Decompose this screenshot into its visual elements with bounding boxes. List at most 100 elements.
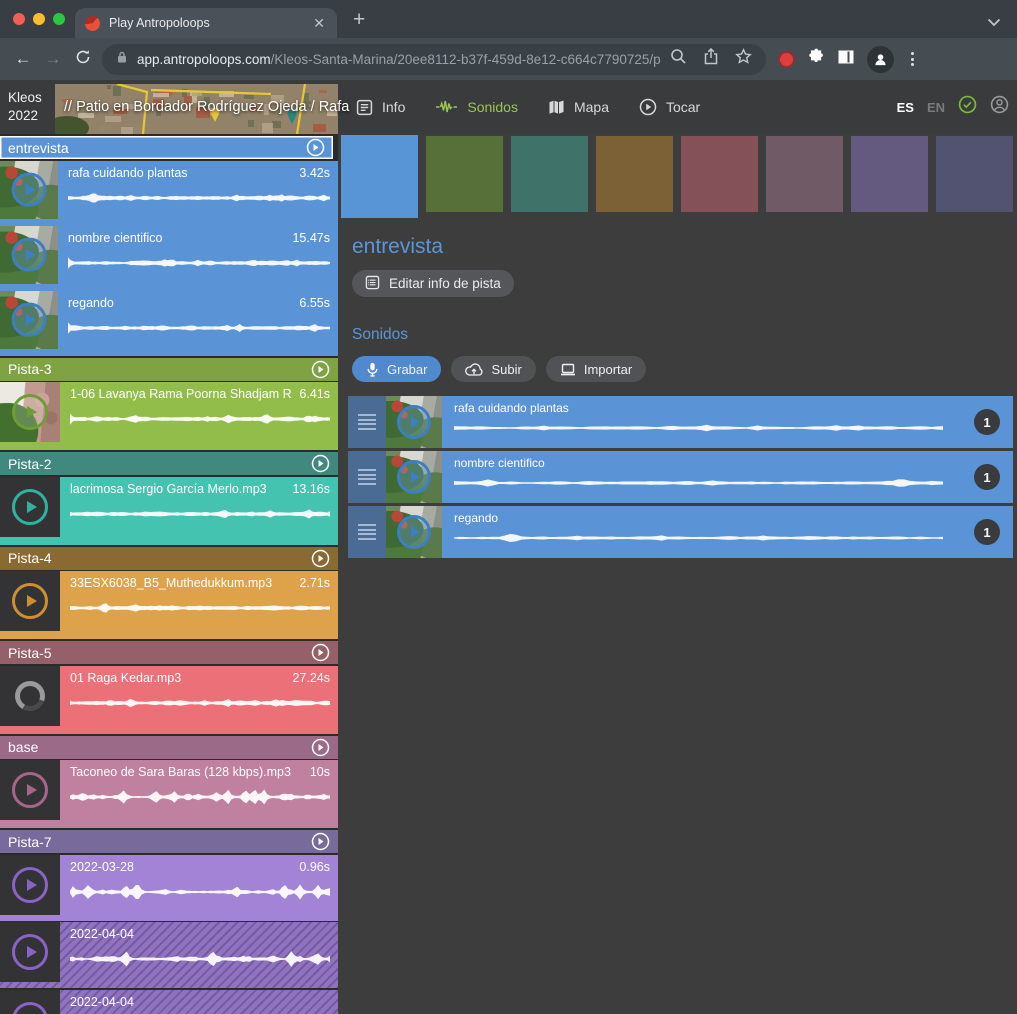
maximize-window-icon[interactable] bbox=[53, 13, 65, 25]
sound-thumbnail[interactable] bbox=[0, 990, 60, 1014]
sound-item[interactable]: 2022-04-04 bbox=[0, 922, 338, 988]
lang-es[interactable]: ES bbox=[897, 100, 914, 115]
play-sound-icon[interactable] bbox=[397, 515, 431, 549]
sound-thumbnail[interactable] bbox=[0, 855, 60, 915]
track-header[interactable]: Pista-4 bbox=[0, 547, 338, 570]
record-extension-icon[interactable] bbox=[778, 51, 795, 68]
minimize-window-icon[interactable] bbox=[33, 13, 45, 25]
track-color-tab-7[interactable] bbox=[851, 136, 928, 212]
sound-thumbnail[interactable] bbox=[0, 760, 60, 820]
sound-item[interactable]: 33ESX6038_B5_Muthedukkum.mp3 2.71s bbox=[0, 571, 338, 639]
sound-item[interactable]: regando 6.55s bbox=[0, 291, 338, 356]
sound-thumbnail[interactable] bbox=[0, 922, 60, 982]
account-icon[interactable] bbox=[990, 95, 1009, 119]
new-tab-button[interactable]: + bbox=[353, 9, 365, 30]
sound-item[interactable]: 2022-04-04 bbox=[0, 990, 338, 1014]
play-sound-icon[interactable] bbox=[12, 394, 48, 430]
lang-en[interactable]: EN bbox=[927, 100, 945, 115]
tab-search-chevron-icon[interactable] bbox=[987, 14, 1001, 32]
sound-thumbnail[interactable] bbox=[0, 382, 60, 442]
subir-button[interactable]: Subir bbox=[451, 356, 535, 382]
sound-item[interactable]: rafa cuidando plantas 3.42s bbox=[0, 161, 338, 226]
sound-thumbnail[interactable] bbox=[0, 161, 58, 219]
extensions-puzzle-icon[interactable] bbox=[808, 48, 825, 70]
nav-item-sonidos[interactable]: Sonidos bbox=[435, 99, 518, 115]
sound-thumbnail[interactable] bbox=[386, 506, 442, 558]
close-window-icon[interactable] bbox=[13, 13, 25, 25]
play-sound-icon[interactable] bbox=[12, 934, 48, 970]
nav-item-info[interactable]: Info bbox=[356, 99, 405, 116]
track-header[interactable]: entrevista bbox=[0, 136, 333, 159]
track-color-tab-1[interactable] bbox=[341, 135, 418, 218]
sound-thumbnail[interactable] bbox=[386, 396, 442, 448]
edit-track-info-button[interactable]: Editar info de pista bbox=[352, 270, 514, 297]
play-track-icon[interactable] bbox=[311, 360, 330, 379]
track-color-tab-4[interactable] bbox=[596, 136, 673, 212]
play-sound-icon[interactable] bbox=[397, 460, 431, 494]
play-track-icon[interactable] bbox=[311, 454, 330, 473]
forward-button[interactable]: → bbox=[38, 49, 68, 69]
play-track-icon[interactable] bbox=[311, 549, 330, 568]
share-icon[interactable] bbox=[704, 48, 718, 70]
play-sound-icon[interactable] bbox=[12, 489, 48, 525]
drag-handle-icon[interactable] bbox=[348, 396, 386, 448]
play-track-icon[interactable] bbox=[311, 738, 330, 757]
tab-close-icon[interactable]: ✕ bbox=[311, 14, 327, 32]
sound-item[interactable]: 1-06 Lavanya Rama Poorna Shadjam Rupak..… bbox=[0, 382, 338, 450]
profile-avatar[interactable] bbox=[867, 46, 894, 73]
reload-button[interactable] bbox=[68, 49, 98, 70]
sound-item[interactable]: 2022-03-28 0.96s bbox=[0, 855, 338, 921]
sound-thumbnail[interactable] bbox=[0, 291, 58, 349]
browser-menu-icon[interactable] bbox=[907, 52, 918, 66]
panel-sound-row[interactable]: regando 1 bbox=[348, 506, 1013, 558]
url-bar[interactable]: app.antropoloops.com/Kleos-Santa-Marina/… bbox=[102, 44, 766, 75]
panel-sound-row[interactable]: nombre cientifico 1 bbox=[348, 451, 1013, 503]
play-sound-icon[interactable] bbox=[12, 772, 48, 808]
play-track-icon[interactable] bbox=[306, 138, 325, 157]
nav-item-mapa[interactable]: Mapa bbox=[548, 99, 609, 115]
play-sound-icon[interactable] bbox=[12, 583, 48, 619]
play-sound-icon[interactable] bbox=[397, 405, 431, 439]
side-panel-icon[interactable] bbox=[838, 50, 854, 69]
track-header[interactable]: Pista-2 bbox=[0, 452, 338, 475]
play-track-icon[interactable] bbox=[311, 832, 330, 851]
play-track-icon[interactable] bbox=[311, 643, 330, 662]
bookmark-star-icon[interactable] bbox=[735, 48, 752, 70]
track-color-tab-2[interactable] bbox=[426, 136, 503, 212]
sound-item[interactable]: lacrimosa Sergio García Merlo.mp3 13.16s bbox=[0, 477, 338, 545]
track-color-tab-8[interactable] bbox=[936, 136, 1013, 212]
back-button[interactable]: ← bbox=[8, 49, 38, 69]
play-sound-icon[interactable] bbox=[12, 302, 47, 337]
sound-thumbnail[interactable] bbox=[386, 451, 442, 503]
zoom-icon[interactable] bbox=[670, 48, 687, 70]
sound-info: Taconeo de Sara Baras (128 kbps).mp3 10s bbox=[60, 760, 338, 828]
sound-thumbnail[interactable] bbox=[0, 666, 60, 726]
drag-handle-icon[interactable] bbox=[348, 506, 386, 558]
drag-handle-icon[interactable] bbox=[348, 451, 386, 503]
lock-icon[interactable] bbox=[116, 50, 128, 69]
play-sound-icon[interactable] bbox=[12, 1002, 48, 1014]
track-header[interactable]: Pista-3 bbox=[0, 358, 338, 381]
sound-item[interactable]: Taconeo de Sara Baras (128 kbps).mp3 10s bbox=[0, 760, 338, 828]
sync-check-icon[interactable] bbox=[958, 95, 977, 119]
play-sound-icon[interactable] bbox=[12, 867, 48, 903]
panel-sound-row[interactable]: rafa cuidando plantas 1 bbox=[348, 396, 1013, 448]
track-header[interactable]: Pista-5 bbox=[0, 641, 338, 664]
track-color-tab-5[interactable] bbox=[681, 136, 758, 212]
play-sound-icon[interactable] bbox=[12, 172, 47, 207]
track-color-tab-3[interactable] bbox=[511, 136, 588, 212]
grabar-button[interactable]: Grabar bbox=[352, 356, 441, 382]
browser-tab[interactable]: Play Antropoloops ✕ bbox=[75, 8, 337, 38]
sound-item[interactable]: 01 Raga Kedar.mp3 27.24s bbox=[0, 666, 338, 734]
play-sound-icon[interactable] bbox=[12, 237, 47, 272]
sound-thumbnail[interactable] bbox=[0, 226, 58, 284]
sound-thumbnail[interactable] bbox=[0, 477, 60, 537]
importar-button[interactable]: Importar bbox=[546, 356, 646, 382]
track-color-tab-6[interactable] bbox=[766, 136, 843, 212]
app-logo[interactable]: Kleos 2022 bbox=[8, 89, 42, 125]
track-header[interactable]: base bbox=[0, 736, 338, 759]
sound-thumbnail[interactable] bbox=[0, 571, 60, 631]
track-header[interactable]: Pista-7 bbox=[0, 830, 338, 853]
sound-item[interactable]: nombre cientifico 15.47s bbox=[0, 226, 338, 291]
nav-item-tocar[interactable]: Tocar bbox=[639, 98, 700, 116]
